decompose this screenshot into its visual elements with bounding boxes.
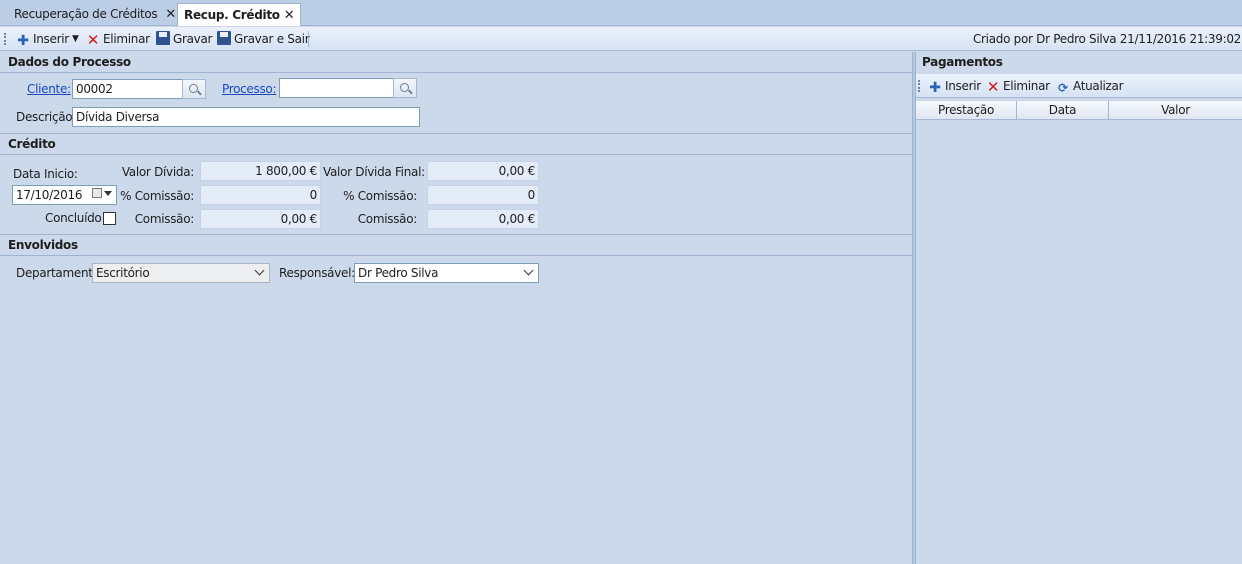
comissao-final-field[interactable]: 0,00 € [427, 209, 539, 229]
data-inicio-datepicker[interactable]: 17/10/2016 [12, 185, 117, 205]
cliente-input[interactable]: 00002 [72, 79, 184, 99]
section-credito: Crédito [0, 134, 912, 155]
cliente-lookup-button[interactable] [182, 79, 206, 99]
insert-label: Inserir [33, 32, 69, 46]
tab-recup-credito[interactable]: Recup. Crédito ✕ [177, 3, 302, 26]
calendar-icon [92, 188, 102, 198]
comissao-final-label: Comissão: [357, 212, 418, 226]
payments-delete-button[interactable]: ✕ Eliminar [986, 74, 1050, 98]
departamento-label: Departamento: [16, 266, 104, 280]
concluido-label: Concluído [45, 211, 102, 225]
tab-recuperacao-creditos[interactable]: Recuperação de Créditos ✕ [8, 3, 182, 26]
departamento-select[interactable]: Escritório [92, 263, 270, 283]
refresh-icon: ⟳ [1058, 81, 1068, 95]
responsavel-value: Dr Pedro Silva [358, 266, 439, 280]
plus-icon: ✚ [17, 33, 29, 49]
chevron-down-icon [254, 265, 265, 276]
column-header-prestacao[interactable]: Prestação [916, 101, 1017, 120]
search-icon [189, 84, 198, 93]
descricao-input[interactable]: Dívida Diversa [72, 107, 420, 127]
section-dados-processo: Dados do Processo [0, 52, 912, 73]
refresh-label: Atualizar [1073, 79, 1124, 93]
toolbar-grip[interactable] [4, 33, 6, 45]
payments-pane: Pagamentos ✚ Inserir ✕ Eliminar ⟳ Atualizar… [916, 52, 1242, 564]
x-icon: ✕ [86, 31, 100, 49]
payments-grid-body[interactable] [916, 121, 1242, 564]
cliente-link[interactable]: Cliente: [27, 80, 71, 98]
delete-label: Eliminar [1003, 79, 1050, 93]
main-toolbar: ✚ Inserir ▼ ✕ Eliminar Gravar Gravar e Sai… [0, 27, 1242, 51]
toolbar-separator [308, 31, 309, 47]
search-icon [400, 83, 409, 92]
data-inicio-value: 17/10/2016 [16, 188, 83, 202]
responsavel-select[interactable]: Dr Pedro Silva [354, 263, 539, 283]
save-exit-label: Gravar e Sair [234, 32, 310, 46]
tab-label: Recup. Crédito [184, 8, 280, 22]
pct-comissao-final-field[interactable]: 0 [427, 185, 539, 205]
valor-divida-final-label: Valor Dívida Final: [323, 165, 425, 179]
save-button[interactable]: Gravar [156, 27, 212, 51]
comissao-field[interactable]: 0,00 € [200, 209, 321, 229]
pct-comissao-field[interactable]: 0 [200, 185, 321, 205]
floppy-disk-icon [156, 31, 170, 45]
column-header-valor[interactable]: Valor [1109, 101, 1242, 120]
processo-link[interactable]: Processo: [222, 80, 277, 98]
close-icon[interactable]: ✕ [284, 8, 295, 23]
tab-bar: Recuperação de Créditos ✕ Recup. Crédito ✕ [0, 0, 1242, 26]
tab-label: Recuperação de Créditos [14, 7, 158, 21]
insert-dropdown-arrow[interactable]: ▼ [72, 27, 79, 51]
valor-divida-final-field: 0,00 € [427, 161, 539, 181]
delete-label: Eliminar [103, 32, 150, 46]
x-icon: ✕ [986, 78, 1000, 96]
created-by-text: Criado por Dr Pedro Silva 21/11/2016 21:… [972, 32, 1241, 46]
chevron-down-icon [523, 265, 534, 276]
close-icon[interactable]: ✕ [165, 7, 176, 22]
payments-insert-button[interactable]: ✚ Inserir [928, 74, 981, 98]
delete-button[interactable]: ✕ Eliminar [86, 27, 150, 51]
insert-label: Inserir [945, 79, 981, 93]
pct-comissao-label: % Comissão: [120, 189, 194, 203]
toolbar-grip[interactable] [918, 80, 920, 92]
payments-grid-header: Prestação Data Valor [916, 101, 1242, 120]
plus-icon: ✚ [929, 80, 941, 96]
descricao-label: Descrição: [16, 110, 77, 124]
payments-refresh-button[interactable]: ⟳ Atualizar [1056, 74, 1123, 98]
floppy-disk-icon [217, 31, 231, 45]
data-inicio-label: Data Inicio: [13, 167, 78, 181]
insert-button[interactable]: ✚ Inserir [16, 27, 69, 51]
process-form-pane: Dados do Processo Cliente: 00002 Process… [0, 52, 912, 564]
pct-comissao-final-label: % Comissão: [343, 189, 417, 203]
responsavel-label: Responsável: [279, 266, 355, 280]
section-pagamentos: Pagamentos [916, 52, 1242, 73]
save-label: Gravar [173, 32, 213, 46]
valor-divida-label: Valor Dívida: [121, 165, 194, 179]
payments-toolbar: ✚ Inserir ✕ Eliminar ⟳ Atualizar [916, 74, 1242, 98]
processo-input[interactable] [279, 78, 395, 98]
column-header-data[interactable]: Data [1017, 101, 1109, 120]
comissao-label: Comissão: [134, 212, 195, 226]
processo-lookup-button[interactable] [393, 78, 417, 98]
valor-divida-field: 1 800,00 € [200, 161, 321, 181]
save-exit-button[interactable]: Gravar e Sair [217, 27, 310, 51]
section-envolvidos: Envolvidos [0, 235, 912, 256]
departamento-value: Escritório [96, 266, 150, 280]
